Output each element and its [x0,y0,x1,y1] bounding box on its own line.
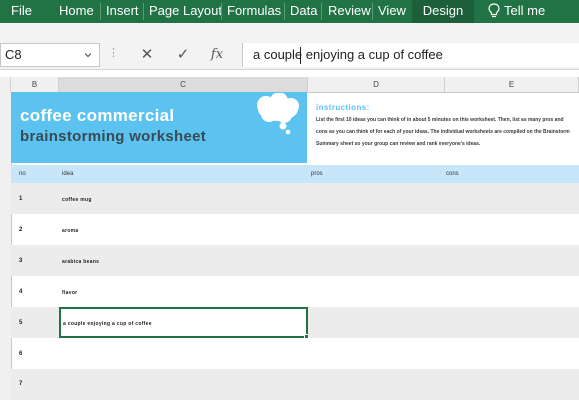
tab-view[interactable]: View [378,0,406,23]
tab-design[interactable]: Design [412,0,474,23]
tab-separator [372,3,373,20]
ribbon-tab-bar: File Home Insert Page Layout Formulas Da… [0,0,579,23]
chevron-down-icon[interactable] [84,51,92,59]
column-header-b[interactable]: B [11,77,59,92]
row-number: 7 [19,381,23,387]
row-number: 4 [19,289,23,295]
tab-separator [143,3,144,20]
row-number: 6 [19,351,23,357]
tab-separator [221,3,222,20]
column-header-d[interactable]: D [308,77,445,92]
thought-cloud-icon [257,93,299,135]
table-header-row [11,165,579,183]
text-caret [300,47,301,64]
row-number: 1 [19,196,23,202]
tell-me-search[interactable]: Tell me [504,0,545,23]
tab-separator [321,3,322,20]
table-row[interactable]: 4 flavor [11,276,579,307]
insert-function-icon[interactable]: fx [208,46,226,64]
row-number: 2 [19,227,23,233]
column-header-e[interactable]: E [445,77,579,92]
cancel-icon[interactable]: ✕ [138,46,156,64]
idea-cell[interactable]: arabica beans [62,259,99,265]
table-row[interactable]: 1 coffee mug [11,183,579,214]
tab-home[interactable]: Home [59,0,94,23]
idea-cell[interactable]: aroma [62,228,79,234]
tab-separator [284,3,285,20]
instructions-text: List the first 10 ideas you can think of… [316,117,570,147]
table-row[interactable]: 3 arabica beans [11,245,579,276]
tab-page-layout[interactable]: Page Layout [149,0,222,23]
table-row[interactable]: 6 [11,338,579,369]
banner-title: coffee commercial [20,106,175,125]
header-pros[interactable]: pros [311,165,323,183]
table-row[interactable]: 7 [11,369,579,400]
tab-insert[interactable]: Insert [106,0,139,23]
row-number: 3 [19,258,23,264]
formula-input[interactable]: a couple enjoying a cup of coffee [242,43,579,67]
instructions-title: instructions: [316,103,370,112]
column-header-c[interactable]: C [59,77,308,92]
active-cell-c8[interactable]: a couple enjoying a cup of coffee [59,307,308,338]
row-number: 5 [19,320,23,326]
idea-cell[interactable]: a couple enjoying a cup of coffee [63,321,152,327]
tab-formulas[interactable]: Formulas [227,0,281,23]
tab-data[interactable]: Data [290,0,317,23]
header-cons[interactable]: cons [446,165,459,183]
formula-bar-grip[interactable]: ⋮ [108,46,119,59]
idea-cell[interactable]: coffee mug [62,197,92,203]
tab-review[interactable]: Review [328,0,371,23]
enter-icon[interactable]: ✓ [174,46,192,64]
header-no[interactable]: no [19,165,26,183]
lightbulb-icon[interactable] [488,3,500,19]
column-headers: B C D E [0,77,579,93]
idea-cell[interactable]: flavor [62,290,77,296]
tab-file[interactable]: File [11,0,32,23]
table-row[interactable]: 2 aroma [11,214,579,245]
header-idea[interactable]: idea [62,165,73,183]
select-all-corner[interactable] [0,77,11,92]
tab-separator [100,3,101,20]
banner-subtitle: brainstorming worksheet [20,128,207,145]
